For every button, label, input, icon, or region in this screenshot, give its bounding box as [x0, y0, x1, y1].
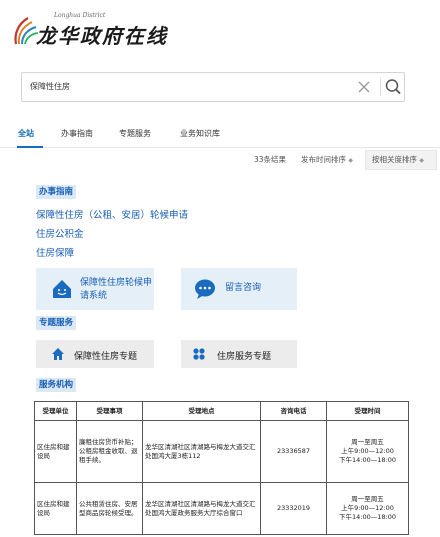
agencies-heading: 服务机构 — [36, 378, 77, 392]
tab-all[interactable]: 全站 — [18, 128, 34, 139]
column-header: 受理时间 — [326, 401, 409, 421]
result-count: 33条结果 — [254, 155, 287, 164]
cell-place: 龙华区清湖社区清湖路与梅龙大道交汇处国鸿大厦3栋112 — [142, 420, 261, 483]
site-header: Longhua District 龙华政府在线 — [0, 0, 440, 60]
guide-link-housing-security[interactable]: 住房保障 — [36, 245, 74, 259]
guide-heading: 办事指南 — [36, 185, 77, 199]
search-icon[interactable] — [384, 77, 402, 97]
hours-line: 上午9:00—12:00 — [341, 504, 394, 512]
clear-icon[interactable] — [355, 78, 373, 96]
topics-heading: 专题服务 — [36, 316, 77, 330]
hours-line: 下午14:00—18:00 — [339, 456, 396, 464]
sort-by-relevance-button[interactable]: 按相关度排序 ◆ — [365, 150, 437, 170]
hours-line: 下午14:00—18:00 — [339, 513, 396, 521]
column-header: 受理事项 — [76, 401, 143, 421]
sort-by-time-label: 发布时间排序 — [301, 155, 346, 164]
home-icon — [52, 348, 64, 360]
cell-hours: 周一至周五 上午9:00—12:00 下午14:00—18:00 — [326, 482, 409, 535]
hours-line: 上午9:00—12:00 — [341, 447, 394, 455]
sort-bar: 33条结果 发布时间排序 ◆ 按相关度排序 ◆ — [0, 150, 440, 172]
table-row: 区住房和建设局 廉租住房货币补贴；公租房租金收取、退租手续。 龙华区清湖社区清湖… — [34, 420, 409, 483]
tab-topics[interactable]: 专题服务 — [119, 128, 151, 139]
table-header-row: 受理单位 受理事项 受理地点 咨询电话 受理时间 — [34, 401, 409, 421]
cell-phone: 23336587 — [260, 420, 327, 483]
guide-link-housing-queue[interactable]: 保障性住房（公租、安居）轮候申请 — [36, 207, 188, 221]
grid-flower-icon — [193, 348, 205, 360]
column-header: 受理地点 — [142, 401, 261, 421]
tab-knowledge[interactable]: 业务知识库 — [180, 128, 220, 139]
sort-arrows-icon: ◆ — [348, 157, 354, 164]
card-housing-queue-label: 保障性住房轮候申请系统 — [80, 278, 153, 301]
active-tab-indicator — [17, 146, 43, 148]
site-title[interactable]: 龙华政府在线 — [36, 20, 168, 49]
search-tabs: 全站 办事指南 专题服务 业务知识库 — [0, 124, 440, 148]
cell-place: 龙华区清湖社区清湖路与梅龙大道交汇处国鸿大厦政务服务大厅综合窗口 — [142, 482, 261, 535]
agencies-table: 受理单位 受理事项 受理地点 咨询电话 受理时间 区住房和建设局 廉租住房货币补… — [34, 401, 409, 535]
sort-by-relevance-label: 按相关度排序 — [372, 155, 417, 164]
card-housing-queue-system[interactable]: 保障性住房轮候申请系统 — [36, 268, 154, 310]
site-subtitle: Longhua District — [54, 12, 106, 19]
guide-link-provident-fund[interactable]: 住房公积金 — [36, 226, 84, 240]
table-row: 区住房和建设局 公共租赁住房、安居型商品房轮候受理。 龙华区清湖社区清湖路与梅龙… — [34, 482, 409, 535]
search-input[interactable]: 保障性住房 — [30, 73, 70, 101]
cell-unit: 区住房和建设局 — [34, 482, 77, 535]
column-header: 咨询电话 — [260, 401, 327, 421]
search-divider — [380, 78, 381, 96]
topic-housing-service-button[interactable]: 住房服务专题 — [181, 340, 297, 368]
cell-hours: 周一至周五 上午9:00—12:00 下午14:00—18:00 — [326, 420, 409, 483]
topic-affordable-housing-button[interactable]: 保障性住房专题 — [36, 340, 154, 368]
hours-line: 周一至周五 — [351, 495, 384, 503]
topic-housing-service-label: 住房服务专题 — [217, 352, 272, 362]
column-header: 受理单位 — [34, 401, 77, 421]
house-smile-icon — [53, 280, 71, 298]
tab-guide[interactable]: 办事指南 — [61, 128, 93, 139]
card-message-consult[interactable]: 留言咨询 — [181, 268, 297, 310]
topic-affordable-housing-label: 保障性住房专题 — [74, 352, 138, 362]
cell-unit: 区住房和建设局 — [34, 420, 77, 483]
cell-matter: 公共租赁住房、安居型商品房轮候受理。 — [76, 482, 143, 535]
chat-bubble-icon — [195, 279, 215, 299]
search-box[interactable]: 保障性住房 — [21, 72, 405, 102]
cell-phone: 23332019 — [260, 482, 327, 535]
sort-by-time-button[interactable]: 发布时间排序 ◆ — [301, 154, 353, 165]
sort-arrows-icon: ◆ — [419, 157, 425, 164]
cell-matter: 廉租住房货币补贴；公租房租金收取、退租手续。 — [76, 420, 143, 483]
hours-line: 周一至周五 — [351, 438, 384, 446]
card-message-consult-label: 留言咨询 — [225, 283, 262, 293]
